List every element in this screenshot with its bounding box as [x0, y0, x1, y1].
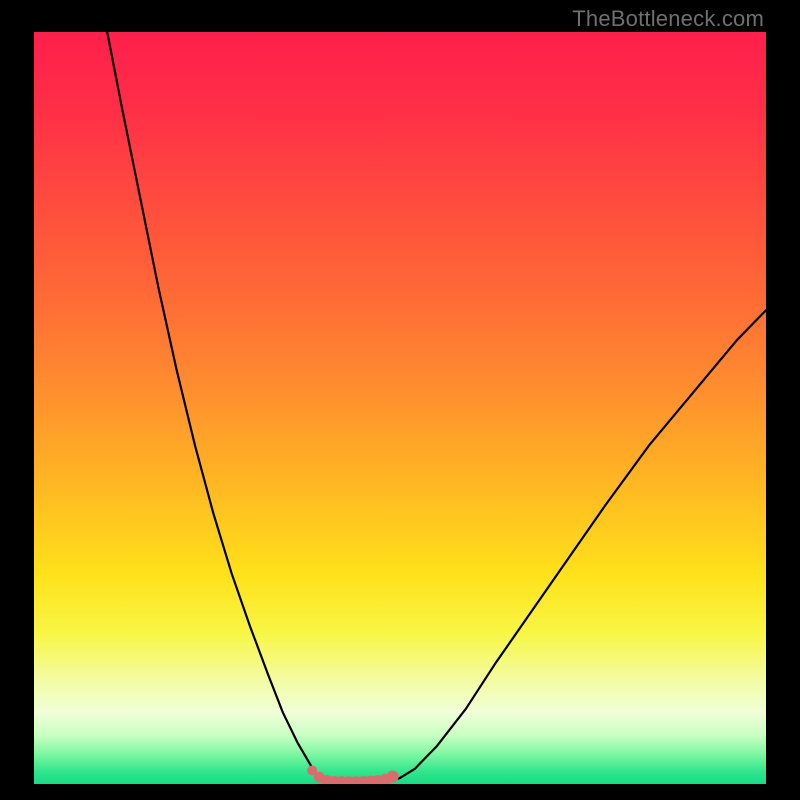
minimum-marker — [387, 770, 399, 782]
chart-frame: TheBottleneck.com — [0, 0, 800, 800]
gradient-background — [34, 32, 766, 784]
plot-area — [34, 32, 766, 784]
bottleneck-chart — [34, 32, 766, 784]
watermark-text: TheBottleneck.com — [572, 6, 764, 32]
